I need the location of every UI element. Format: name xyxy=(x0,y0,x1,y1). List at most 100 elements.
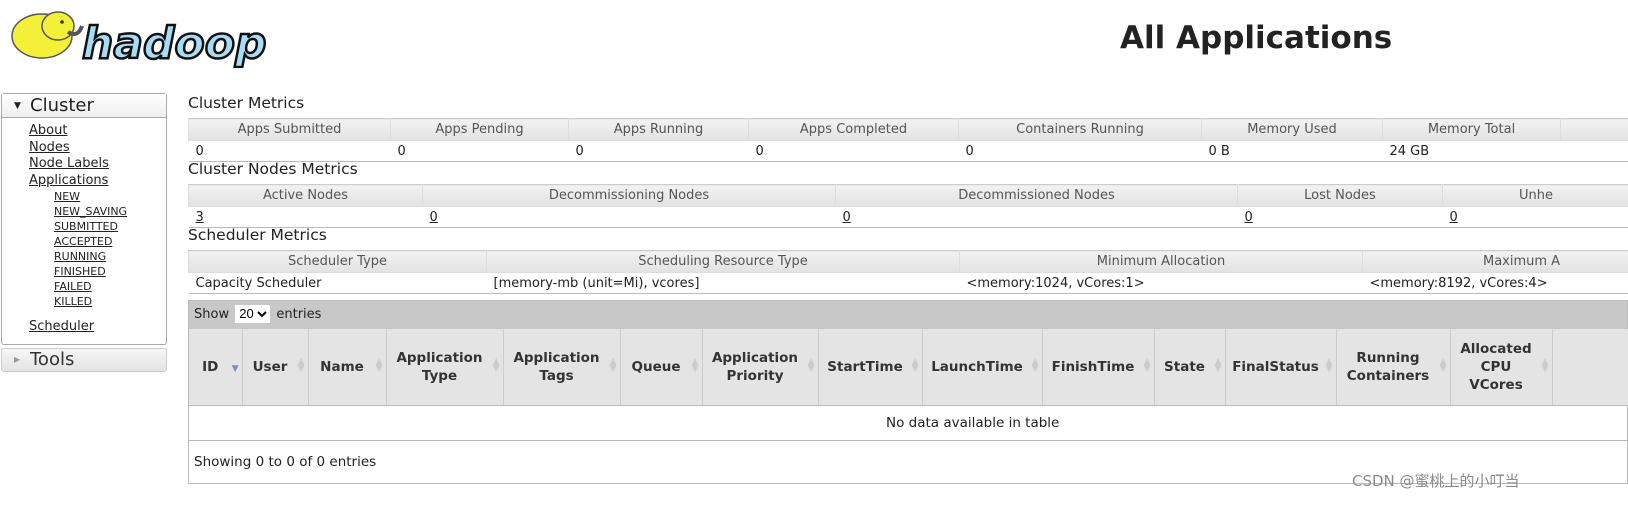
svg-text:hadoop: hadoop xyxy=(82,18,266,68)
value-scheduler-type: Capacity Scheduler xyxy=(188,272,487,294)
link-state-running[interactable]: RUNNING xyxy=(54,249,106,264)
hadoop-logo: hadoop xyxy=(11,11,268,68)
tools-label: Tools xyxy=(30,348,75,370)
cluster-metrics-title: Cluster Metrics xyxy=(188,94,305,112)
link-state-finished[interactable]: FINISHED xyxy=(54,264,106,279)
nodes-metrics-table: Active Nodes Decommissioning Nodes Decom… xyxy=(188,184,1628,228)
cluster-metrics-table: Apps Submitted Apps Pending Apps Running… xyxy=(188,118,1628,162)
tools-menu-header[interactable]: ▶ Tools xyxy=(1,347,167,372)
sort-icon: ▲ ▼ xyxy=(911,357,919,374)
decommissioned-nodes-link[interactable]: 0 xyxy=(843,210,851,225)
header-memory-used: Memory Used xyxy=(1201,118,1383,141)
column-label: FinalStatus xyxy=(1232,358,1319,375)
link-state-killed[interactable]: KILLED xyxy=(54,294,92,309)
page-size-select[interactable]: 20 xyxy=(235,304,271,323)
sort-icon: ▲ ▼ xyxy=(297,357,305,374)
watermark: CSDN @蜜桃上的小叮当 xyxy=(1352,472,1520,490)
header-memory-total: Memory Total xyxy=(1382,118,1561,141)
sort-icon: ▲ ▼ xyxy=(1031,357,1039,374)
value-scheduling-resource-type: [memory-mb (unit=Mi), vcores] xyxy=(486,272,960,294)
cluster-label: Cluster xyxy=(30,95,94,116)
column-header-application-priority[interactable]: Application Priority ▲ ▼ xyxy=(702,329,819,406)
header-decommissioning-nodes: Decommissioning Nodes xyxy=(422,184,836,207)
sidebar: ▼ Cluster About Nodes Node Labels Applica… xyxy=(1,93,167,372)
column-header-starttime[interactable]: StartTime ▲ ▼ xyxy=(818,329,923,406)
column-header-more[interactable] xyxy=(1552,329,1628,406)
unhealthy-nodes-link[interactable]: 0 xyxy=(1450,210,1458,225)
link-state-accepted[interactable]: ACCEPTED xyxy=(54,234,112,249)
sort-icon: ▲ ▼ xyxy=(1143,357,1151,374)
link-node-labels[interactable]: Node Labels xyxy=(29,156,109,173)
column-label: Name xyxy=(320,358,364,375)
value-minimum-allocation: <memory:1024, vCores:1> xyxy=(959,272,1363,294)
scheduler-metrics-title: Scheduler Metrics xyxy=(188,226,327,244)
header-decommissioned-nodes: Decommissioned Nodes xyxy=(835,184,1238,207)
entries-label: entries xyxy=(276,307,322,322)
column-label: Application Priority xyxy=(711,349,799,384)
column-header-queue[interactable]: Queue ▲ ▼ xyxy=(620,329,703,406)
header-minimum-allocation: Minimum Allocation xyxy=(959,250,1363,273)
header-active-nodes: Active Nodes xyxy=(188,184,423,207)
active-nodes-link[interactable]: 3 xyxy=(196,210,204,225)
link-state-failed[interactable]: FAILED xyxy=(54,279,92,294)
caret-right-icon: ▶ xyxy=(14,354,21,364)
sort-icon: ▲ ▼ xyxy=(492,357,500,374)
header-apps-running: Apps Running xyxy=(568,118,749,141)
cluster-menu-header[interactable]: ▼ Cluster xyxy=(2,94,166,118)
header-apps-completed: Apps Completed xyxy=(748,118,959,141)
column-header-state[interactable]: State ▲ ▼ xyxy=(1154,329,1226,406)
header-apps-pending: Apps Pending xyxy=(390,118,569,141)
link-nodes[interactable]: Nodes xyxy=(29,140,70,157)
column-label: Application Tags xyxy=(513,349,600,384)
sort-icon: ▲ ▼ xyxy=(1214,357,1222,374)
header-containers-running: Containers Running xyxy=(958,118,1202,141)
nodes-metrics-title: Cluster Nodes Metrics xyxy=(188,160,358,178)
sort-icon: ▲ ▼ xyxy=(1325,357,1333,374)
main-content: Cluster Metrics Apps Submitted Apps Pend… xyxy=(188,92,1628,484)
applications-table: ID ▼ User ▲ ▼ Name ▲ ▼ Application Type ▲ ▼ Applica… xyxy=(189,329,1628,406)
show-label: Show xyxy=(194,307,230,322)
column-label: FinishTime xyxy=(1051,358,1135,375)
link-state-new-saving[interactable]: NEW_SAVING xyxy=(54,204,127,219)
column-header-finishtime[interactable]: FinishTime ▲ ▼ xyxy=(1042,329,1155,406)
sort-icon: ▲ ▼ xyxy=(375,357,383,374)
link-scheduler[interactable]: Scheduler xyxy=(29,319,94,336)
column-header-launchtime[interactable]: LaunchTime ▲ ▼ xyxy=(922,329,1043,406)
column-header-allocated-cpu-vcores[interactable]: Allocated CPU VCores ▲ ▼ xyxy=(1450,329,1553,406)
column-label: Application Type xyxy=(396,349,483,384)
link-applications[interactable]: Applications xyxy=(29,173,108,190)
sort-descending-icon: ▼ xyxy=(231,364,239,374)
column-label: User xyxy=(252,358,288,375)
scheduler-metrics-table: Scheduler Type Scheduling Resource Type … xyxy=(188,250,1628,294)
header-more xyxy=(1560,118,1628,141)
column-header-user[interactable]: User ▲ ▼ xyxy=(242,329,309,406)
page-length-control: Show 20 entries xyxy=(189,301,1627,329)
header-apps-submitted: Apps Submitted xyxy=(188,118,391,141)
sort-icon: ▲ ▼ xyxy=(691,357,699,374)
sort-icon: ▲ ▼ xyxy=(1439,357,1447,374)
column-header-application-tags[interactable]: Application Tags ▲ ▼ xyxy=(503,329,621,406)
link-about[interactable]: About xyxy=(29,123,67,140)
applications-table-wrapper: Show 20 entries ID ▼ User ▲ ▼ Name ▲ ▼ Applicati… xyxy=(188,300,1628,484)
sort-icon: ▲ ▼ xyxy=(1541,357,1549,374)
decommissioning-nodes-link[interactable]: 0 xyxy=(430,210,438,225)
column-label: LaunchTime xyxy=(931,358,1023,375)
link-state-submitted[interactable]: SUBMITTED xyxy=(54,219,118,234)
column-label: Queue xyxy=(631,358,681,375)
value-maximum-allocation: <memory:8192, vCores:4> xyxy=(1362,272,1628,294)
column-header-name[interactable]: Name ▲ ▼ xyxy=(308,329,387,406)
sort-icon: ▲ ▼ xyxy=(609,357,617,374)
column-header-running-containers[interactable]: Running Containers ▲ ▼ xyxy=(1336,329,1451,406)
page-title: All Applications xyxy=(1120,20,1393,56)
column-header-finalstatus[interactable]: FinalStatus ▲ ▼ xyxy=(1225,329,1337,406)
link-state-new[interactable]: NEW xyxy=(54,189,80,204)
caret-down-icon: ▼ xyxy=(14,101,21,111)
column-header-application-type[interactable]: Application Type ▲ ▼ xyxy=(386,329,504,406)
column-label: Allocated CPU VCores xyxy=(1460,340,1532,393)
header-scheduler-type: Scheduler Type xyxy=(188,250,487,273)
lost-nodes-link[interactable]: 0 xyxy=(1245,210,1253,225)
column-label: StartTime xyxy=(827,358,903,375)
column-label: Running Containers xyxy=(1346,349,1430,384)
sort-icon: ▲ ▼ xyxy=(807,357,815,374)
column-header-id[interactable]: ID ▼ xyxy=(189,329,243,406)
